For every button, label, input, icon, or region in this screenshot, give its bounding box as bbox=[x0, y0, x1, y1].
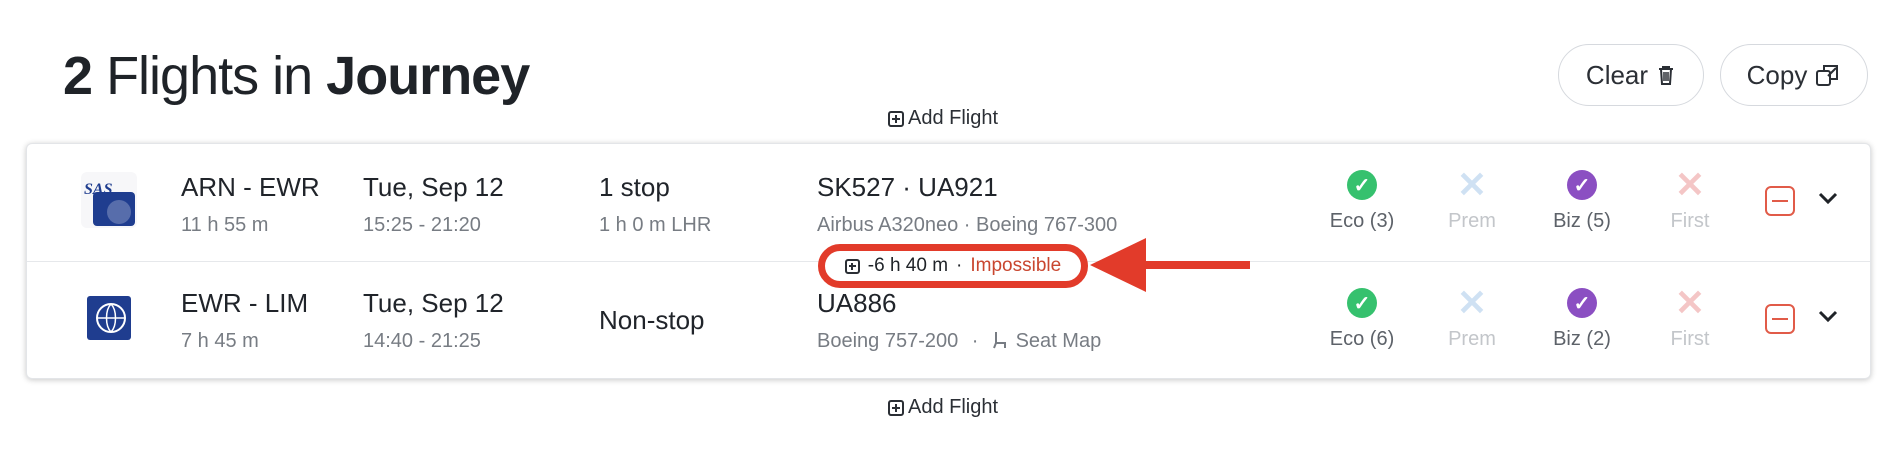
aircraft: Airbus A320neo · Boeing 767-300 bbox=[817, 214, 1118, 236]
add-flight-bottom-button[interactable]: Add Flight bbox=[888, 396, 998, 419]
layover-time: -6 h 40 m bbox=[867, 255, 949, 276]
fare-premium: ✕ Prem bbox=[1417, 164, 1527, 233]
plus-square-icon bbox=[844, 258, 860, 274]
svg-text:SAS: SAS bbox=[84, 181, 113, 198]
times: 15:25 - 21:20 bbox=[363, 214, 481, 236]
separator: · bbox=[971, 330, 979, 352]
check-circle-icon: ✓ bbox=[1347, 288, 1377, 318]
fare-label: Prem bbox=[1448, 328, 1496, 350]
stops: Non-stop bbox=[599, 305, 705, 335]
fare-label: Prem bbox=[1448, 210, 1496, 232]
date: Tue, Sep 12 bbox=[363, 288, 504, 318]
plus-square-icon bbox=[888, 399, 904, 416]
fare-label: Eco (6) bbox=[1329, 328, 1395, 350]
stops: 1 stop bbox=[599, 172, 670, 202]
add-flight-label: Add Flight bbox=[908, 396, 999, 418]
fare-economy[interactable]: ✓ Eco (3) bbox=[1307, 170, 1417, 233]
fare-label: First bbox=[1670, 210, 1710, 232]
x-icon: ✕ bbox=[1456, 164, 1488, 205]
seat-icon bbox=[993, 332, 1007, 349]
date: Tue, Sep 12 bbox=[363, 172, 504, 202]
route: ARN - EWR bbox=[181, 172, 320, 202]
copy-label: Copy bbox=[1746, 59, 1808, 90]
flight-numbers: UA886 bbox=[817, 288, 897, 318]
title-mid: Flights in bbox=[106, 46, 313, 106]
page-title: 2 Flights in Journey bbox=[63, 40, 530, 112]
remove-flight-button[interactable] bbox=[1765, 304, 1795, 334]
copy-button[interactable]: Copy bbox=[1720, 44, 1868, 106]
times: 14:40 - 21:25 bbox=[363, 330, 481, 352]
flight-count: 2 bbox=[63, 46, 93, 106]
title-end: Journey bbox=[326, 46, 530, 106]
seat-map-link[interactable]: Seat Map bbox=[1016, 330, 1102, 352]
x-icon: ✕ bbox=[1674, 282, 1706, 323]
fare-business[interactable]: ✓ Biz (2) bbox=[1527, 288, 1637, 351]
stop-detail: 1 h 0 m LHR bbox=[599, 214, 712, 236]
fare-label: Biz (5) bbox=[1553, 210, 1611, 232]
aircraft-and-seatmap: Boeing 757-200 · Seat Map bbox=[817, 330, 1101, 353]
fare-label: Eco (3) bbox=[1329, 210, 1395, 232]
check-circle-icon: ✓ bbox=[1567, 170, 1597, 200]
chevron-down-icon[interactable] bbox=[1814, 184, 1842, 212]
x-icon: ✕ bbox=[1674, 164, 1706, 205]
check-circle-icon: ✓ bbox=[1347, 170, 1377, 200]
copy-icon bbox=[1816, 65, 1839, 86]
check-circle-icon: ✓ bbox=[1567, 288, 1597, 318]
clear-label: Clear bbox=[1585, 59, 1649, 90]
sas-logo-icon: SAS bbox=[81, 172, 137, 228]
layover-separator: · bbox=[956, 255, 963, 276]
add-flight-top-button[interactable]: Add Flight bbox=[888, 107, 998, 130]
fare-label: First bbox=[1670, 328, 1710, 350]
fare-label: Biz (2) bbox=[1553, 328, 1611, 350]
fare-economy[interactable]: ✓ Eco (6) bbox=[1307, 288, 1417, 351]
x-icon: ✕ bbox=[1456, 282, 1488, 323]
chevron-down-icon[interactable] bbox=[1814, 302, 1842, 330]
remove-flight-button[interactable] bbox=[1765, 186, 1795, 216]
flight-numbers: SK527 · UA921 bbox=[817, 172, 998, 202]
duration: 11 h 55 m bbox=[181, 214, 269, 236]
fare-first: ✕ First bbox=[1635, 282, 1745, 351]
layover-badge[interactable]: -6 h 40 m · Impossible bbox=[818, 244, 1088, 288]
united-globe-icon bbox=[87, 296, 131, 340]
arrow-left-icon bbox=[1090, 238, 1250, 292]
fare-first: ✕ First bbox=[1635, 164, 1745, 233]
trash-icon bbox=[1659, 66, 1674, 85]
route: EWR - LIM bbox=[181, 288, 309, 318]
fare-premium: ✕ Prem bbox=[1417, 282, 1527, 351]
duration: 7 h 45 m bbox=[181, 330, 259, 352]
add-flight-label: Add Flight bbox=[908, 107, 999, 129]
plus-square-icon bbox=[888, 110, 904, 127]
aircraft: Boeing 757-200 bbox=[817, 330, 959, 352]
layover-status: Impossible bbox=[970, 255, 1062, 276]
fare-business[interactable]: ✓ Biz (5) bbox=[1527, 170, 1637, 233]
clear-button[interactable]: Clear bbox=[1558, 44, 1704, 106]
